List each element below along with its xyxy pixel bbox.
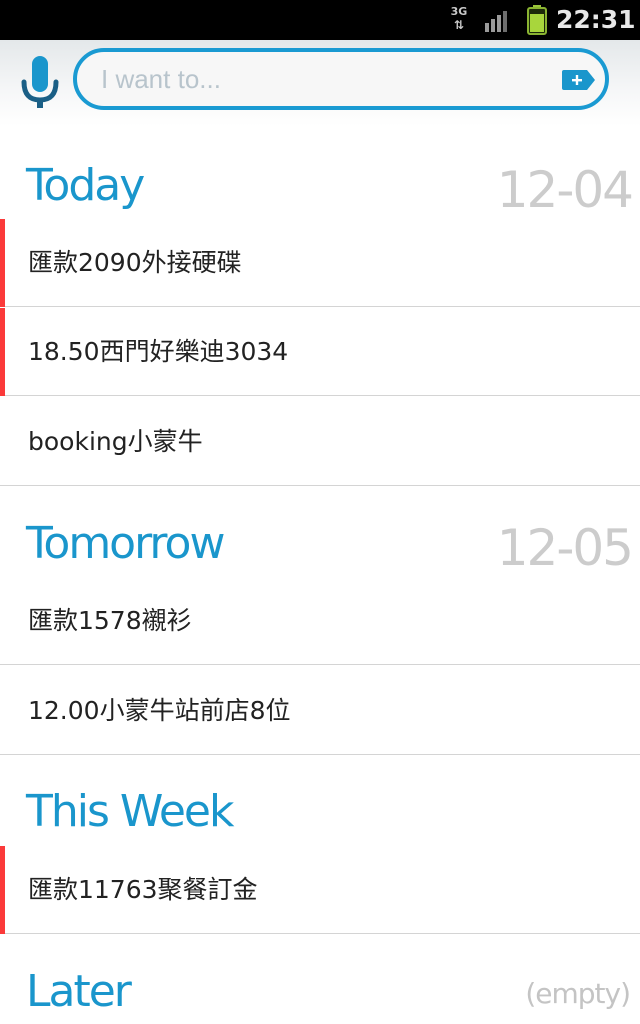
app-screen: 3G ⇅ 22:31 I want to... Today 12-04 匯款20…: [0, 0, 640, 1024]
section-date: 12-05: [496, 519, 634, 577]
status-bar: 3G ⇅ 22:31: [0, 0, 640, 40]
network-icon: 3G ⇅: [450, 5, 468, 33]
task-row[interactable]: booking小蒙牛: [0, 398, 640, 486]
signal-icon: [485, 11, 507, 32]
task-text: 匯款2090外接硬碟: [28, 248, 242, 277]
section-header-today: Today 12-04: [0, 160, 640, 220]
network-type: 3G: [450, 5, 468, 18]
task-text: 12.00小蒙牛站前店8位: [28, 696, 291, 725]
section-header-later: Later (empty): [0, 966, 640, 1024]
add-tag-icon[interactable]: [561, 68, 597, 92]
section-header-this-week: This Week: [0, 786, 640, 846]
task-row[interactable]: 18.50西門好樂迪3034: [0, 308, 640, 396]
battery-icon: [527, 5, 547, 35]
task-input[interactable]: [101, 60, 541, 98]
task-text: 18.50西門好樂迪3034: [28, 337, 289, 366]
task-text: 匯款1578襯衫: [28, 606, 192, 635]
priority-marker: [0, 846, 5, 934]
task-text: booking小蒙牛: [28, 427, 203, 456]
section-title: Later: [26, 966, 132, 1017]
priority-marker: [0, 308, 5, 396]
task-text: 匯款11763聚餐訂金: [28, 875, 258, 904]
task-row[interactable]: 匯款2090外接硬碟: [0, 219, 640, 307]
microphone-icon[interactable]: [18, 56, 62, 112]
priority-marker: [0, 219, 5, 307]
section-title: This Week: [26, 786, 234, 837]
task-row[interactable]: 匯款1578襯衫: [0, 577, 640, 665]
task-row[interactable]: 匯款11763聚餐訂金: [0, 846, 640, 934]
section-header-tomorrow: Tomorrow 12-05: [0, 518, 640, 578]
task-row[interactable]: 12.00小蒙牛站前店8位: [0, 667, 640, 755]
section-date: 12-04: [496, 161, 634, 219]
search-header: [0, 40, 640, 126]
empty-label: (empty): [525, 977, 631, 1010]
search-box[interactable]: [73, 48, 609, 110]
section-title: Tomorrow: [26, 518, 225, 569]
clock: 22:31: [556, 5, 636, 34]
section-title: Today: [26, 160, 145, 211]
